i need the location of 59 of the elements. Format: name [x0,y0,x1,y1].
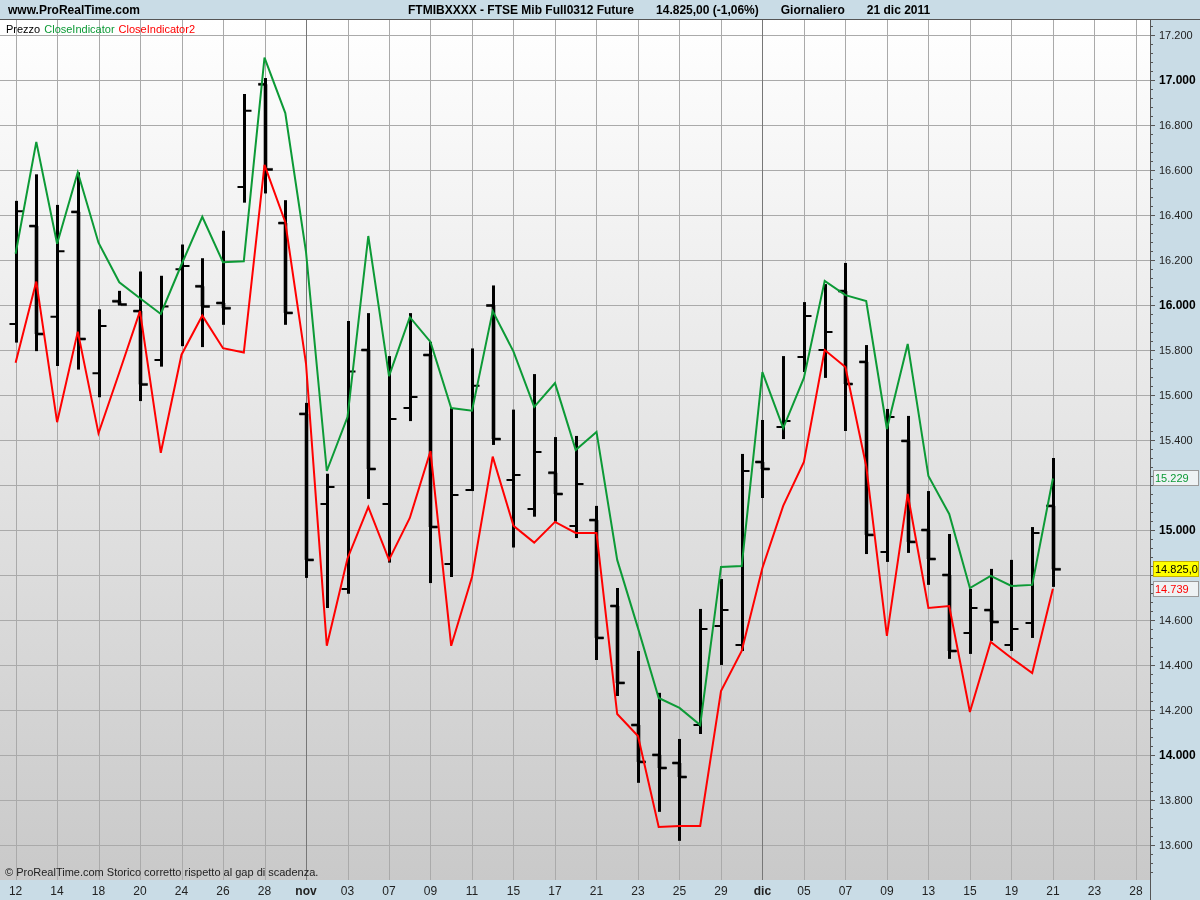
axis-label: 16.400 [1159,209,1193,222]
axis-label: 17.200 [1159,29,1193,42]
axis-label: 21 [589,884,604,898]
legend-label: CloseIndicator2 [118,23,195,35]
axis-label: 12 [8,884,23,898]
axis-label: 16.800 [1159,119,1193,132]
axis-label: 20 [133,884,147,898]
axis-label: 23 [631,884,645,898]
axis-label: 15 [506,884,521,898]
axis-label: 14.600 [1159,613,1193,626]
axis-label: 19 [1004,884,1019,898]
axis-label: 16.600 [1159,164,1193,177]
axis-label: 03 [340,884,355,898]
chart-instrument: FTMIBXXXX - FTSE Mib Full0312 Future [408,2,635,17]
axis-label: 17.000 [1159,73,1196,88]
axis-label: 24 [174,884,189,898]
axis-label: nov [295,884,317,898]
axis-label: 16.200 [1159,254,1193,267]
axis-label: 15.800 [1159,344,1193,356]
legend-label: CloseIndicator [44,23,115,35]
axis-label: 15.000 [1159,522,1196,537]
axis-label: 14 [50,884,64,898]
axis-label: 07 [838,884,853,898]
axis-label: 26 [216,884,230,898]
price-label: 14.825,0 [1153,561,1199,577]
axis-label: 28 [257,884,272,898]
axis-label: 15.400 [1159,434,1193,446]
chart-date: 21 dic 2011 [866,2,931,17]
axis-label: 16.000 [1159,298,1196,312]
legend-label: Prezzo [6,23,41,35]
axis-label: 05 [797,884,811,898]
price-label: 15.229 [1153,470,1199,486]
copyright-note: © ProRealTime.com Storico corretto rispetto al gap di scadenza. [5,866,319,878]
axis-label: 13 [921,884,936,898]
price-label: 14.739 [1153,581,1199,597]
axis-label: 09 [423,884,438,898]
price-bar [112,290,127,306]
axis-label: 17 [548,884,562,898]
axis-label: 23 [1087,884,1102,898]
axis-label: 11 [465,884,479,898]
axis-label: 15 [963,884,977,898]
price-bar [963,588,978,654]
axis-label: 09 [880,884,894,898]
price-bar [797,302,812,373]
axis-label: 25 [672,884,687,898]
axis-label: 07 [382,884,396,898]
axis-label: 14.000 [1159,747,1196,762]
axis-label: 14.400 [1159,658,1193,671]
axis-label: 29 [714,884,728,898]
axis-label: dic [753,884,772,898]
axis-label: 13.600 [1159,838,1193,851]
axis-label: 18 [91,884,106,898]
axis-label: 21 [1046,884,1060,898]
axis-label: 15.600 [1159,389,1193,401]
axis-label: 13.800 [1159,793,1193,806]
axis-label: 28 [1129,884,1143,898]
chart-period: Giornaliero [780,2,845,17]
chart-quote: 14.825,00 (-1,06%) [656,2,759,17]
axis-label: 14.200 [1159,703,1193,716]
